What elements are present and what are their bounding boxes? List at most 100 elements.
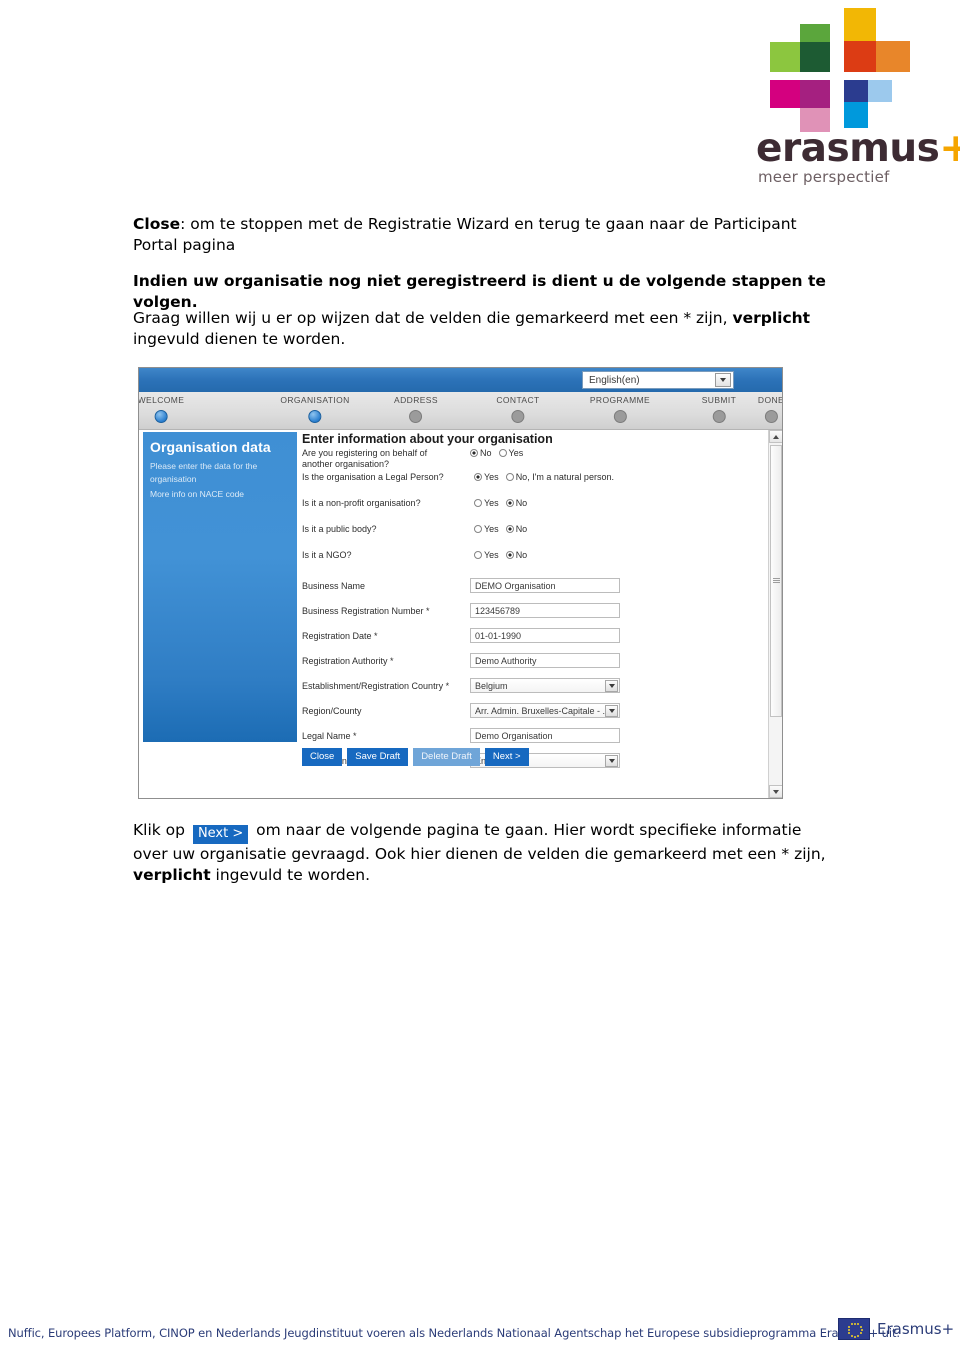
logo-block-orange: [876, 41, 910, 72]
field-value: 123456789: [475, 605, 521, 616]
question-label: Is the organisation a Legal Person?: [302, 472, 444, 482]
radio-icon: [474, 473, 482, 481]
registration-authority-input[interactable]: Demo Authority: [470, 653, 620, 668]
registration-date-input[interactable]: 01-01-1990: [470, 628, 620, 643]
eu-star-icon: [860, 1329, 863, 1331]
field-label: Registration Authority *: [302, 656, 394, 666]
app-top-bar: English(en): [139, 368, 782, 392]
klik-part-c: ingevuld te worden.: [210, 865, 371, 884]
step-label: ADDRESS: [394, 395, 438, 405]
field-label: Business Name: [302, 581, 366, 591]
field-label: Region/County: [302, 706, 362, 716]
radio-option-no[interactable]: No: [505, 498, 527, 508]
wizard-step-welcome[interactable]: WELCOME: [138, 395, 185, 423]
save-draft-button[interactable]: Save Draft: [347, 748, 409, 767]
question-label: Is it a public body?: [302, 524, 377, 534]
wizard-step-submit[interactable]: SUBMIT: [702, 395, 737, 423]
close-button[interactable]: Close: [302, 748, 343, 767]
radio-option-no[interactable]: No: [505, 524, 527, 534]
logo-block-red: [844, 41, 876, 72]
radio-icon: [474, 525, 482, 533]
business-name-input[interactable]: DEMO Organisation: [470, 578, 620, 593]
radio-option-yes[interactable]: Yes: [498, 448, 523, 458]
step-dot-welcome: [154, 410, 168, 423]
wizard-step-contact[interactable]: CONTACT: [496, 395, 539, 423]
establishment-country-select[interactable]: Belgium: [470, 678, 620, 693]
radio-option-no[interactable]: No: [470, 448, 492, 458]
radio-option-yes[interactable]: Yes: [474, 498, 499, 508]
chevron-down-icon[interactable]: [605, 704, 618, 717]
next-button[interactable]: Next >: [484, 748, 529, 767]
chevron-down-icon[interactable]: [605, 754, 618, 767]
region-county-select[interactable]: Arr. Admin. Bruxelles-Capitale - ..: [470, 703, 620, 718]
radio-option-natural-person[interactable]: No, I'm a natural person.: [505, 472, 614, 482]
radio-label: No: [515, 550, 528, 560]
language-select[interactable]: English(en): [582, 371, 734, 389]
eu-star-icon: [857, 1334, 860, 1337]
question-options: Yes No, I'm a natural person.: [474, 472, 621, 482]
vertical-scrollbar[interactable]: [768, 430, 782, 798]
sidebar-hint-1: Please enter the data for the organisati…: [150, 461, 258, 484]
question-options: Yes No: [474, 550, 534, 560]
paragraph-klik: Klik op Next > om naar de volgende pagin…: [133, 820, 833, 886]
graag-verplicht: verplicht: [732, 309, 811, 327]
paragraph-close: Close: om te stoppen met de Registratie …: [133, 214, 833, 257]
eu-star-icon: [859, 1325, 862, 1328]
logo-blocks: [770, 8, 920, 132]
field-label: Business Registration Number *: [302, 606, 430, 616]
brand-plus-symbol: +: [939, 126, 960, 171]
radio-icon: [505, 551, 514, 559]
eu-star-icon: [859, 1332, 862, 1335]
wizard-step-done[interactable]: DONE: [758, 395, 782, 423]
chevron-down-icon[interactable]: [715, 373, 731, 387]
scroll-up-icon[interactable]: [769, 430, 782, 443]
eu-star-icon: [848, 1332, 851, 1335]
language-select-value: English(en): [589, 374, 640, 386]
field-label: Legal Name *: [302, 731, 357, 741]
step-label: CONTACT: [496, 395, 540, 405]
step-label: SUBMIT: [701, 395, 737, 405]
radio-label: No: [480, 448, 492, 458]
wizard-step-organisation[interactable]: ORGANISATION: [280, 395, 349, 423]
radio-option-yes[interactable]: Yes: [474, 524, 499, 534]
field-value: Demo Authority: [475, 655, 537, 666]
question-label: Are you registering on behalf of: [302, 448, 428, 458]
scroll-down-icon[interactable]: [769, 785, 782, 798]
footer-agency-text: Nuffic, Europees Platform, CINOP en Nede…: [8, 1326, 900, 1340]
eu-logo-label: Erasmus+: [877, 1320, 955, 1338]
eu-star-icon: [850, 1323, 853, 1326]
inline-next-button-image: Next >: [192, 825, 249, 844]
radio-label: Yes: [484, 524, 499, 534]
step-dot-done: [764, 410, 778, 423]
question-label-line2: another organisation?: [302, 459, 390, 469]
scrollbar-thumb[interactable]: [770, 445, 782, 717]
field-value: Arr. Admin. Bruxelles-Capitale - ..: [475, 705, 605, 716]
legal-name-input[interactable]: Demo Organisation: [470, 728, 620, 743]
logo-block-darkgreen: [800, 42, 830, 72]
step-label: WELCOME: [138, 395, 185, 405]
field-value: Demo Organisation: [475, 730, 553, 741]
chevron-down-icon[interactable]: [605, 679, 618, 692]
wizard-step-address[interactable]: ADDRESS: [394, 395, 438, 423]
step-label: ORGANISATION: [280, 395, 350, 405]
paragraph-graag: Graag willen wij u er op wijzen dat de v…: [133, 308, 833, 351]
step-dot-programme: [613, 410, 627, 423]
eu-star-icon: [847, 1329, 850, 1331]
business-registration-number-input[interactable]: 123456789: [470, 603, 620, 618]
field-value: DEMO Organisation: [475, 580, 556, 591]
radio-option-yes[interactable]: Yes: [474, 550, 499, 560]
brand-word-text: erasmus: [756, 126, 940, 171]
radio-option-yes[interactable]: Yes: [474, 472, 499, 482]
step-dot-contact: [511, 410, 525, 423]
wizard-step-programme[interactable]: PROGRAMME: [590, 395, 650, 423]
logo-block-magenta: [770, 80, 800, 108]
radio-icon: [505, 473, 514, 481]
delete-draft-button[interactable]: Delete Draft: [413, 748, 480, 767]
sidebar-nace-link[interactable]: More info on NACE code: [150, 488, 289, 501]
radio-option-no[interactable]: No: [505, 550, 528, 560]
field-value: Belgium: [475, 680, 508, 691]
radio-icon: [474, 499, 482, 507]
eu-star-icon: [854, 1322, 856, 1325]
erasmus-plus-logo: erasmus+ meer perspectief: [752, 8, 960, 186]
question-options: Yes No: [474, 524, 534, 534]
